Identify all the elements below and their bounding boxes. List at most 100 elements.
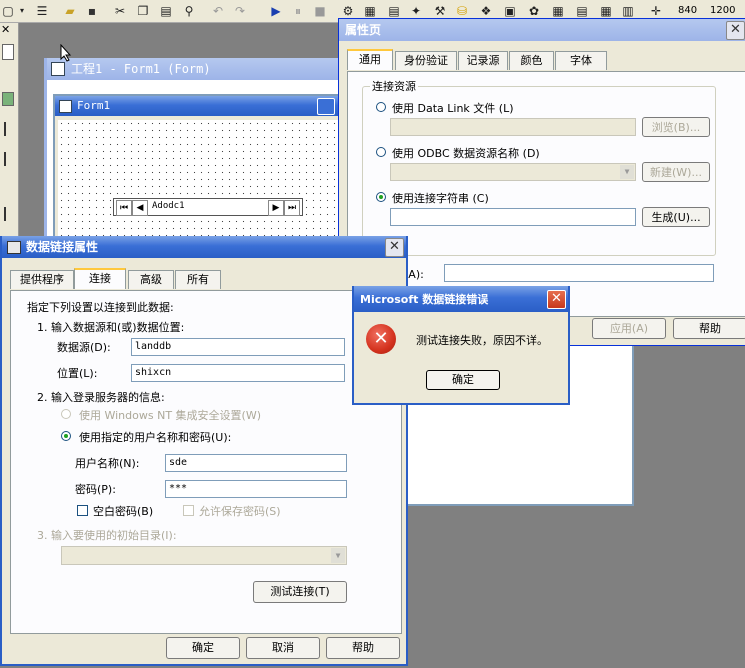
error-title: Microsoft 数据链接错误	[360, 293, 489, 306]
datalink-label: 使用 Data Link 文件 (L)	[392, 102, 514, 115]
data-view-icon[interactable]: ⛁	[454, 3, 470, 19]
ok-button[interactable]: 确定	[166, 637, 240, 659]
tab-advanced[interactable]: 高级	[128, 270, 174, 289]
coord-x: 840	[678, 5, 698, 16]
error-ok-button[interactable]: 确定	[426, 370, 500, 390]
odbc-select[interactable]: ▼	[390, 163, 636, 181]
tab-general[interactable]: 通用	[347, 49, 393, 70]
help-button[interactable]: 帮助	[326, 637, 400, 659]
find-icon[interactable]: ⚲	[181, 3, 197, 19]
adodc-control[interactable]: ⏮ ◀ Adodc1 ▶ ⏭	[113, 198, 303, 216]
properties-icon[interactable]: ▦	[362, 3, 378, 19]
browse-button[interactable]: 浏览(B)...	[642, 117, 710, 137]
label-tool-icon[interactable]	[4, 122, 6, 136]
paste-icon[interactable]: ▤	[158, 3, 174, 19]
nt-security-radio[interactable]	[61, 409, 71, 419]
data-link-titlebar[interactable]: 数据链接属性 ✕	[2, 236, 406, 258]
nt-security-label: 使用 Windows NT 集成安全设置(W)	[79, 409, 261, 422]
cancel-button[interactable]: 取消	[246, 637, 320, 659]
connstr-label: 使用连接字符串 (C)	[392, 192, 489, 205]
tab-all[interactable]: 所有	[175, 270, 221, 289]
project-window-titlebar[interactable]: 工程1 - Form1 (Form)	[47, 58, 347, 80]
move-last-icon[interactable]: ⏭	[284, 200, 300, 216]
error-titlebar[interactable]: Microsoft 数据链接错误 ✕	[354, 286, 568, 312]
form-icon	[59, 100, 72, 113]
property-pages-close-button[interactable]: ✕	[726, 21, 745, 40]
undo-icon[interactable]: ↶	[210, 3, 226, 19]
error-message: 测试连接失败，原因不详。	[416, 334, 548, 347]
tab-color[interactable]: 颜色	[509, 51, 554, 70]
picture-tool-icon[interactable]	[2, 92, 14, 106]
component-manager-icon[interactable]: ❖	[478, 3, 494, 19]
open-icon[interactable]: ▰	[62, 3, 78, 19]
tab-provider[interactable]: 提供程序	[10, 270, 74, 289]
other-attributes-input[interactable]	[444, 264, 714, 282]
project-explorer-icon[interactable]: ⚙	[340, 3, 356, 19]
chevron-down-icon[interactable]: ▼	[620, 165, 634, 179]
copy-icon[interactable]: ❐	[135, 3, 151, 19]
test-connection-button[interactable]: 测试连接(T)	[253, 581, 347, 603]
location-input[interactable]: shixcn	[131, 364, 345, 382]
specific-user-radio[interactable]	[61, 431, 71, 441]
datalink-radio[interactable]	[376, 102, 386, 112]
project-window-title: 工程1 - Form1 (Form)	[71, 62, 211, 76]
minimize-button[interactable]	[317, 98, 335, 115]
step1-label: 1. 输入数据源和(或)数据位置:	[37, 321, 185, 334]
run-icon[interactable]: ▶	[268, 3, 284, 19]
build-button[interactable]: 生成(U)...	[642, 207, 710, 227]
username-input[interactable]: sde	[165, 454, 347, 472]
data-link-title: 数据链接属性	[26, 240, 99, 254]
tab-authentication[interactable]: 身份验证	[395, 51, 457, 70]
menu-editor-icon[interactable]: ☰	[34, 3, 50, 19]
frame-tool-icon[interactable]	[4, 152, 6, 166]
password-input[interactable]: ***	[165, 480, 347, 498]
visual-data-manager-icon[interactable]: ✿	[526, 3, 542, 19]
data-link-close-button[interactable]: ✕	[385, 238, 404, 257]
username-label: 用户名称(N):	[75, 457, 140, 470]
pause-icon[interactable]: ⏸	[290, 3, 306, 19]
connection-source-label: 连接资源	[370, 78, 418, 94]
move-prev-icon[interactable]: ◀	[132, 200, 148, 216]
data-link-icon	[7, 241, 21, 254]
move-next-icon[interactable]: ▶	[268, 200, 284, 216]
property-pages-titlebar[interactable]: 属性页 ✕	[339, 19, 745, 41]
move-first-icon[interactable]: ⏮	[116, 200, 132, 216]
save-icon[interactable]: ▪	[84, 3, 100, 19]
window-icon[interactable]: ▣	[502, 3, 518, 19]
tab-connection[interactable]: 连接	[74, 268, 126, 289]
cut-icon[interactable]: ✂	[112, 3, 128, 19]
odbc-radio[interactable]	[376, 147, 386, 157]
table-icon[interactable]: ▦	[598, 3, 614, 19]
pointer-tool-icon[interactable]	[2, 44, 14, 60]
form-layout-icon[interactable]: ▤	[386, 3, 402, 19]
connection-string-input[interactable]	[390, 208, 636, 226]
datasource-input[interactable]: landdb	[131, 338, 345, 356]
allow-save-checkbox[interactable]	[183, 505, 194, 516]
chevron-down-icon[interactable]: ▼	[331, 548, 345, 563]
grid-icon[interactable]: ▦	[550, 3, 566, 19]
instruction-text: 指定下列设置以连接到此数据:	[27, 301, 174, 314]
error-dialog: Microsoft 数据链接错误 ✕ ✕ 测试连接失败，原因不详。 确定	[352, 286, 570, 405]
error-close-button[interactable]: ✕	[547, 290, 566, 309]
report-icon[interactable]: ▤	[574, 3, 590, 19]
form1-titlebar[interactable]: Form1	[55, 96, 345, 116]
initial-catalog-select[interactable]: ▼	[61, 546, 347, 565]
apply-button[interactable]: 应用(A)	[592, 318, 666, 339]
property-help-button[interactable]: 帮助	[673, 318, 745, 339]
datalink-file-input[interactable]	[390, 118, 636, 136]
allow-save-label: 允许保存密码(S)	[199, 505, 281, 518]
toolbox-close-icon[interactable]: ✕	[1, 24, 13, 36]
redo-icon[interactable]: ↷	[232, 3, 248, 19]
connstr-radio[interactable]	[376, 192, 386, 202]
stop-icon[interactable]: ■	[312, 3, 328, 19]
blank-password-checkbox[interactable]	[77, 505, 88, 516]
new-button[interactable]: 新建(W)...	[642, 162, 710, 182]
list-tool-icon[interactable]	[4, 207, 6, 221]
form1-title: Form1	[77, 99, 111, 112]
dropdown-arrow-icon[interactable]: ▾	[14, 3, 30, 19]
query-icon[interactable]: ▥	[620, 3, 636, 19]
tab-font[interactable]: 字体	[555, 51, 607, 70]
object-browser-icon[interactable]: ✦	[408, 3, 424, 19]
toolbox-icon[interactable]: ⚒	[432, 3, 448, 19]
tab-record-source[interactable]: 记录源	[458, 51, 508, 70]
